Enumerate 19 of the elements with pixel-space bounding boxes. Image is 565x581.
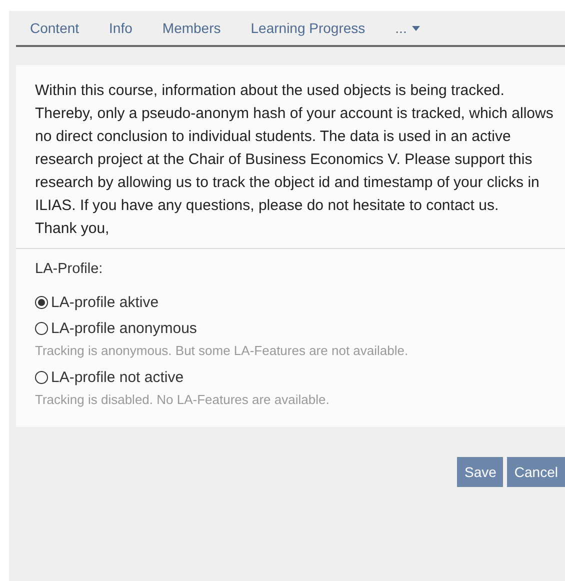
radio-button[interactable]	[35, 296, 48, 308]
tab[interactable]: Members	[162, 17, 221, 39]
radio-option[interactable]: LA-profile not active	[35, 364, 555, 390]
tab[interactable]: Content	[30, 17, 80, 39]
hint-text: Tracking is anonymous. But some LA-Features are not available.	[35, 343, 410, 358]
field-label: LA-Profile:	[35, 261, 104, 277]
save-button[interactable]: Save	[457, 457, 504, 487]
tab[interactable]: Learning Progress	[250, 17, 366, 39]
tab[interactable]: ...	[395, 17, 420, 39]
radio-button[interactable]	[35, 322, 48, 334]
hint-text: Tracking is disabled. No LA-Features are available.	[35, 392, 330, 407]
caret-icon	[412, 26, 420, 30]
cancel-button[interactable]: Cancel	[507, 457, 565, 487]
message-text: Thank you,	[35, 219, 110, 239]
radio-button[interactable]	[35, 370, 48, 384]
message-text: Within this course, information about the used objects is being tracked. Thereby, only a pseudo-anonym hash of your account is tracked, which allows no direct conclusion to individual students. The data is used in an active research project at the Chair of Business Economics V. Please support this research by allowing us to track the object id and timestamp of your clicks in ILIAS. If you have any questions, please do not hesitate to contact us.	[35, 81, 554, 216]
radio-option[interactable]: LA-profile anonymous	[35, 315, 555, 341]
tab[interactable]: Info	[109, 17, 132, 39]
radio-option[interactable]: LA-profile aktive	[35, 289, 555, 315]
